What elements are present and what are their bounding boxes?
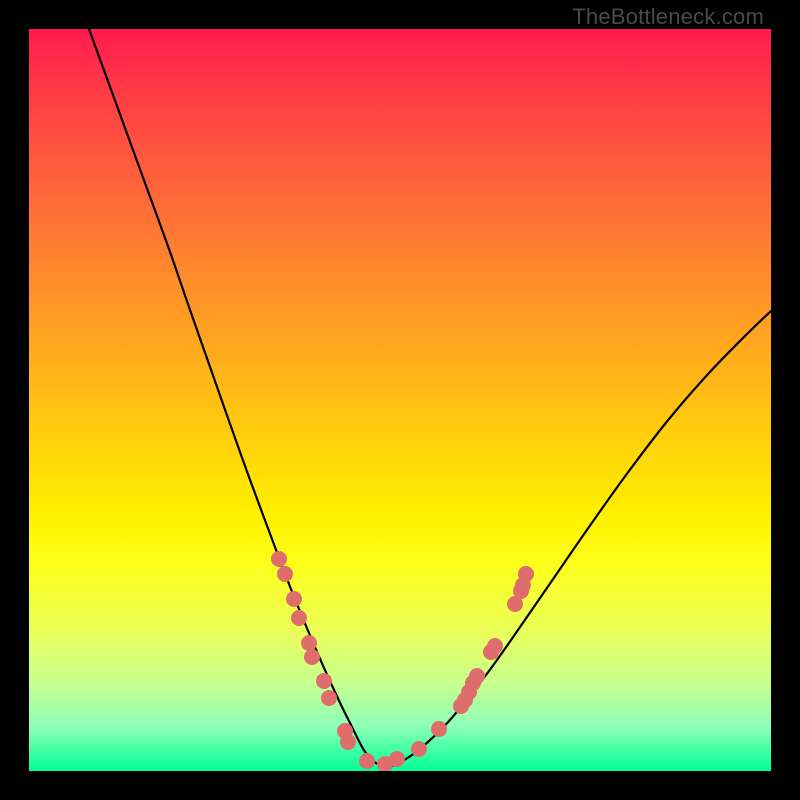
- marker-dot: [271, 551, 287, 567]
- marker-dot: [431, 721, 447, 737]
- marker-dot: [321, 690, 337, 706]
- chart-frame: TheBottleneck.com: [0, 0, 800, 800]
- plot-area: [29, 29, 771, 771]
- marker-dot: [277, 566, 293, 582]
- marker-dot: [301, 635, 317, 651]
- curve-path: [89, 29, 771, 766]
- watermark-text: TheBottleneck.com: [572, 4, 764, 30]
- marker-dot: [340, 734, 356, 750]
- valley-markers: [271, 551, 534, 771]
- bottleneck-curve: [89, 29, 771, 766]
- marker-dot: [291, 610, 307, 626]
- marker-dot: [469, 668, 485, 684]
- marker-dot: [487, 638, 503, 654]
- marker-dot: [518, 566, 534, 582]
- marker-dot: [389, 751, 405, 767]
- chart-svg: [29, 29, 771, 771]
- marker-dot: [316, 673, 332, 689]
- marker-dot: [411, 741, 427, 757]
- marker-dot: [304, 649, 320, 665]
- marker-dot: [359, 753, 375, 769]
- marker-dot: [286, 591, 302, 607]
